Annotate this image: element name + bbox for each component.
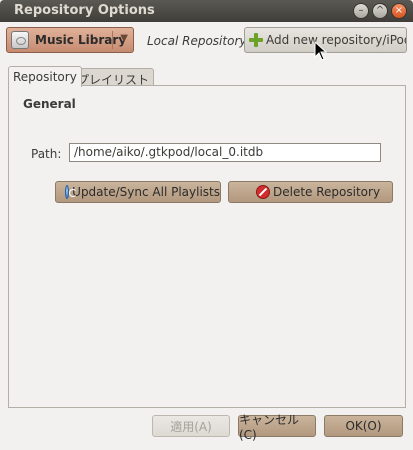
window-controls: – ^ × (353, 3, 407, 19)
minimize-icon[interactable]: – (353, 3, 369, 19)
delete-repository-button[interactable]: Delete Repository (228, 181, 393, 203)
sync-icon (65, 185, 78, 199)
ok-button[interactable]: OK(O) (324, 415, 403, 437)
toolbar: Music Library ▼ Local Repository Add new… (0, 22, 413, 62)
chevron-down-icon: ▼ (120, 33, 128, 44)
close-icon[interactable]: × (391, 3, 407, 19)
add-repository-label: Add new repository/iPod... (266, 33, 406, 47)
title-bar: Repository Options – ^ × (0, 0, 413, 22)
cancel-button[interactable]: キャンセル(C) (238, 413, 316, 442)
sync-playlists-button[interactable]: Update/Sync All Playlists (55, 181, 221, 203)
delete-icon (256, 185, 270, 199)
maximize-icon[interactable]: ^ (372, 3, 388, 19)
path-field[interactable]: /home/aiko/.gtkpod/local_0.itdb (69, 143, 381, 162)
repository-selector[interactable]: Music Library ▼ (6, 27, 134, 53)
delete-repository-label: Delete Repository (273, 185, 381, 199)
media-device-icon (11, 31, 29, 49)
path-label: Path: (31, 147, 62, 161)
mouse-pointer-icon (314, 41, 328, 61)
section-title-general: General (23, 97, 76, 111)
plus-icon (249, 33, 263, 47)
repository-type-label: Local Repository (147, 34, 247, 48)
apply-button[interactable]: 適用(A) (152, 415, 230, 437)
tab-playlists[interactable]: プレイリスト (72, 68, 155, 87)
sync-playlists-label: Update/Sync All Playlists (72, 185, 220, 199)
tab-repository[interactable]: Repository (8, 66, 82, 87)
divider (112, 31, 113, 49)
window-title: Repository Options (14, 3, 155, 18)
repository-panel: General Path: /home/aiko/.gtkpod/local_0… (8, 85, 406, 408)
